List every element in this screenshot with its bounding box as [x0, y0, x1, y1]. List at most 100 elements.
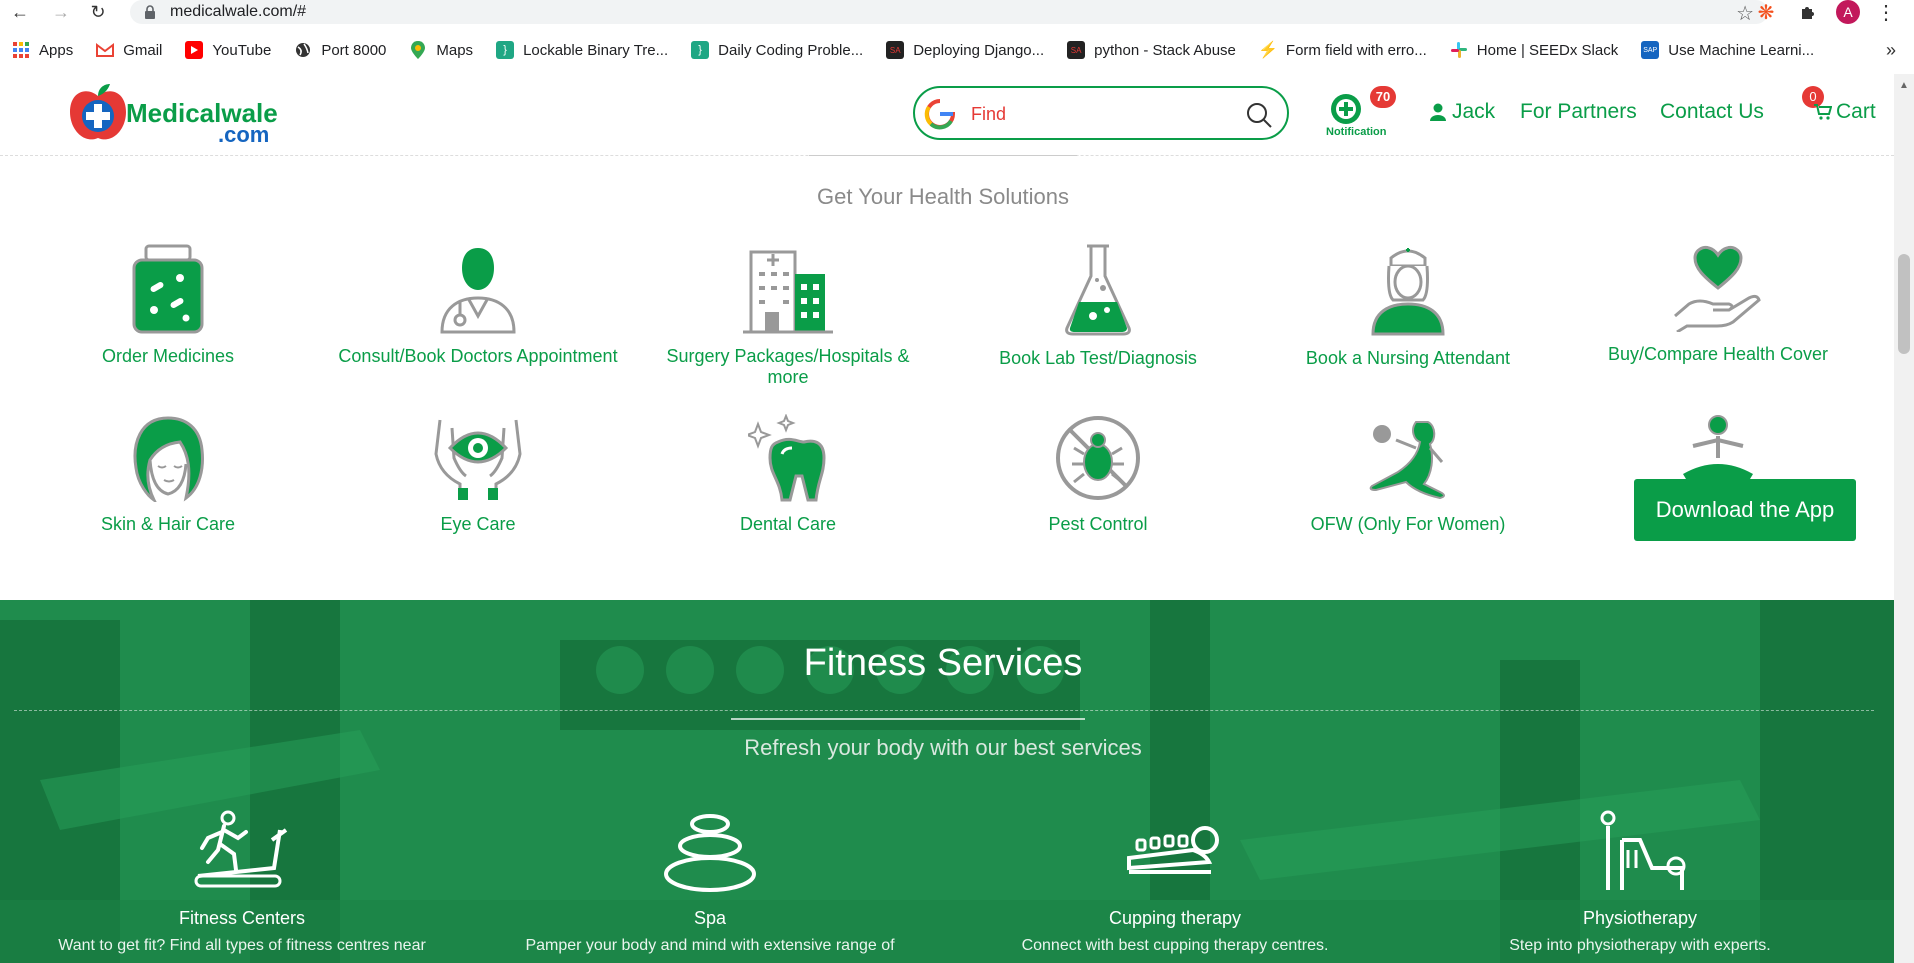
treadmill-icon [194, 810, 288, 888]
extensions-puzzle-icon[interactable] [1794, 0, 1822, 24]
service-label: Surgery Packages/Hospitals & more [666, 346, 910, 387]
site-logo[interactable]: Medicalwale .com [68, 82, 278, 147]
bookmark-item[interactable]: Apps [12, 41, 73, 59]
bookmarks-bar: Apps Gmail YouTube Port 8000 Maps } Lockable B… [0, 36, 1914, 64]
download-app-button[interactable]: Download the App [1634, 479, 1856, 541]
fitness-service-name: Physiotherapy [1582, 908, 1698, 928]
notification-label: Notification [1326, 126, 1387, 138]
hospital-icon [743, 250, 833, 334]
service-consult-doctors[interactable]: Consult/Book Doctors Appointment [338, 244, 618, 367]
google-g-icon [924, 99, 956, 130]
bookmark-item[interactable]: YouTube [185, 41, 271, 59]
woman-figure-icon [1369, 421, 1445, 500]
scroll-up-icon[interactable]: ▲ [1899, 80, 1909, 91]
service-dental-care[interactable]: Dental Care [648, 414, 928, 535]
service-more-partial[interactable] [1578, 414, 1858, 484]
medicine-jar-icon [132, 244, 204, 334]
scrollbar-thumb[interactable] [1898, 254, 1910, 354]
section-divider [809, 155, 1077, 156]
bookmark-label: Gmail [123, 41, 163, 59]
yoga-figure-icon [1683, 415, 1753, 484]
service-label: Order Medicines [101, 346, 235, 366]
stackabuse-icon: SA [886, 41, 905, 59]
fitness-service-fitness-centers[interactable]: Fitness Centers Want to get fit? Find al… [22, 810, 462, 955]
bookmark-label: python - Stack Abuse [1094, 41, 1236, 59]
bookmark-label: Daily Coding Proble... [718, 41, 864, 59]
service-label: Buy/Compare Health Cover [1607, 344, 1829, 364]
gmail-icon [96, 41, 115, 59]
profile-avatar[interactable]: A [1834, 0, 1862, 24]
service-label: OFW (Only For Women) [1310, 514, 1506, 534]
fitness-service-physiotherapy[interactable]: Physiotherapy Step into physiotherapy wi… [1420, 810, 1860, 955]
service-surgery-hospitals[interactable]: Surgery Packages/Hospitals & more [648, 244, 928, 388]
stackabuse-icon: SA [1067, 41, 1086, 59]
bookmark-item[interactable]: SAP Use Machine Learni... [1641, 41, 1814, 59]
fitness-title: Fitness Services [803, 642, 1083, 684]
bookmarks-more-icon[interactable]: » [1886, 40, 1896, 61]
service-ofw[interactable]: OFW (Only For Women) [1268, 414, 1548, 535]
service-label: Book a Nursing Attendant [1305, 348, 1511, 368]
fitness-service-spa[interactable]: Spa Pamper your body and mind with exten… [490, 810, 930, 955]
search-input[interactable] [971, 100, 1231, 128]
bookmark-item[interactable]: } Lockable Binary Tre... [496, 41, 668, 59]
bookmark-item[interactable]: Home | SEEDx Slack [1450, 41, 1618, 59]
fitness-section: Fitness Services Refresh your body with … [0, 600, 1894, 963]
maps-pin-icon [409, 41, 427, 59]
bookmark-item[interactable]: ⚡ Form field with erro... [1257, 41, 1427, 60]
reload-icon[interactable]: ↻ [84, 0, 112, 24]
user-menu[interactable]: Jack [1430, 100, 1495, 124]
fitness-service-name: Spa [693, 908, 727, 928]
fitness-service-desc: Want to get fit? Find all types of fitne… [58, 937, 426, 954]
service-pest-control[interactable]: Pest Control [958, 414, 1238, 535]
bookmark-label: YouTube [212, 41, 272, 59]
service-lab-test[interactable]: Book Lab Test/Diagnosis [958, 244, 1238, 369]
service-nursing-attendant[interactable]: Book a Nursing Attendant [1268, 244, 1548, 369]
notification-button[interactable]: 70 Notification [1318, 86, 1396, 142]
youtube-icon [185, 41, 204, 59]
service-label: Eye Care [440, 514, 516, 534]
extension-sun-icon[interactable]: ❋ [1752, 0, 1780, 24]
apps-grid-icon [12, 41, 30, 59]
fitness-subtitle: Refresh your body with our best services [744, 735, 1142, 760]
page-scrollbar[interactable]: ▲ [1894, 74, 1914, 963]
heart-hand-icon [1674, 246, 1761, 332]
service-order-medicines[interactable]: Order Medicines [28, 244, 308, 367]
contact-us-link[interactable]: Contact Us [1660, 100, 1764, 124]
bookmark-label: Apps [39, 41, 74, 59]
fitness-service-cupping[interactable]: Cupping therapy Connect with best cuppin… [955, 810, 1395, 955]
back-icon[interactable]: ← [6, 0, 34, 24]
woman-face-icon [133, 416, 204, 502]
slack-icon [1450, 41, 1468, 59]
forward-icon[interactable]: → [47, 0, 75, 24]
cart-link[interactable]: Cart [1814, 100, 1876, 124]
fitness-service-name: Fitness Centers [178, 908, 306, 928]
fitness-service-desc: Step into physiotherapy with experts. [1509, 937, 1771, 954]
fitness-divider [14, 710, 1874, 711]
bookmark-item[interactable]: } Daily Coding Proble... [691, 41, 863, 59]
globe-icon [294, 41, 312, 59]
code-bracket-icon: } [691, 41, 710, 59]
spa-stones-icon [664, 814, 756, 892]
service-health-cover[interactable]: Buy/Compare Health Cover [1578, 244, 1858, 365]
service-label: Dental Care [739, 514, 837, 534]
pest-control-icon [1056, 416, 1140, 500]
fitness-service-desc: Pamper your body and mind with extensive… [525, 937, 895, 954]
lightning-icon: ⚡ [1257, 42, 1278, 59]
bookmark-item[interactable]: Port 8000 [294, 41, 386, 59]
service-skin-hair[interactable]: Skin & Hair Care [28, 414, 308, 535]
bookmark-item[interactable]: SA Deploying Django... [886, 41, 1044, 59]
bookmark-item[interactable]: Gmail [96, 41, 162, 59]
bookmark-item[interactable]: Maps [409, 41, 473, 59]
site-header: Medicalwale .com 70 Notification [0, 74, 1894, 156]
sap-icon: SAP [1641, 41, 1660, 59]
search-icon[interactable] [1245, 101, 1273, 129]
bookmark-label: Port 8000 [321, 41, 387, 59]
for-partners-link[interactable]: For Partners [1520, 100, 1637, 124]
browser-menu-icon[interactable]: ⋮ [1872, 0, 1900, 24]
bookmark-item[interactable]: SA python - Stack Abuse [1067, 41, 1236, 59]
address-bar[interactable]: medicalwale.com/# ☆ [130, 0, 1768, 25]
service-eye-care[interactable]: Eye Care [338, 414, 618, 535]
search-box [913, 86, 1289, 140]
cart-label: Cart [1836, 100, 1876, 123]
code-bracket-icon: } [496, 41, 515, 59]
